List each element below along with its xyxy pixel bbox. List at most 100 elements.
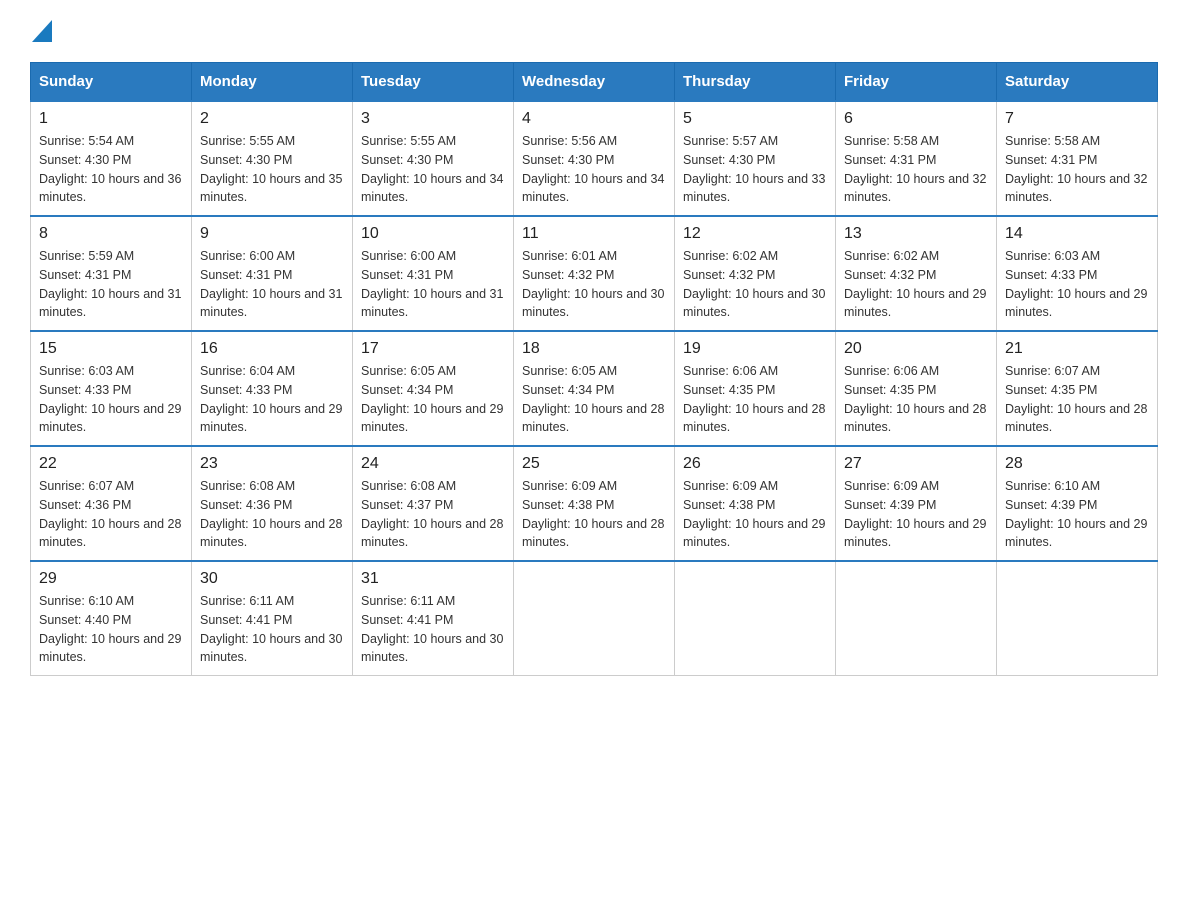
- day-info: Sunrise: 5:55 AM Sunset: 4:30 PM Dayligh…: [361, 132, 505, 207]
- day-number: 14: [1005, 225, 1149, 243]
- day-info: Sunrise: 5:58 AM Sunset: 4:31 PM Dayligh…: [1005, 132, 1149, 207]
- day-number: 21: [1005, 340, 1149, 358]
- calendar-cell: 24 Sunrise: 6:08 AM Sunset: 4:37 PM Dayl…: [353, 446, 514, 561]
- day-info: Sunrise: 5:56 AM Sunset: 4:30 PM Dayligh…: [522, 132, 666, 207]
- calendar-cell: 18 Sunrise: 6:05 AM Sunset: 4:34 PM Dayl…: [514, 331, 675, 446]
- logo: [30, 20, 52, 42]
- calendar-cell: 10 Sunrise: 6:00 AM Sunset: 4:31 PM Dayl…: [353, 216, 514, 331]
- day-of-week-header: Sunday: [31, 63, 192, 102]
- day-number: 7: [1005, 110, 1149, 128]
- day-info: Sunrise: 6:10 AM Sunset: 4:40 PM Dayligh…: [39, 592, 183, 667]
- day-info: Sunrise: 6:11 AM Sunset: 4:41 PM Dayligh…: [361, 592, 505, 667]
- calendar-cell: 22 Sunrise: 6:07 AM Sunset: 4:36 PM Dayl…: [31, 446, 192, 561]
- day-number: 15: [39, 340, 183, 358]
- day-info: Sunrise: 6:11 AM Sunset: 4:41 PM Dayligh…: [200, 592, 344, 667]
- day-of-week-header: Friday: [836, 63, 997, 102]
- day-number: 30: [200, 570, 344, 588]
- day-number: 11: [522, 225, 666, 243]
- day-info: Sunrise: 6:07 AM Sunset: 4:35 PM Dayligh…: [1005, 362, 1149, 437]
- day-info: Sunrise: 6:07 AM Sunset: 4:36 PM Dayligh…: [39, 477, 183, 552]
- calendar-cell: 6 Sunrise: 5:58 AM Sunset: 4:31 PM Dayli…: [836, 101, 997, 216]
- day-number: 4: [522, 110, 666, 128]
- calendar-cell: 17 Sunrise: 6:05 AM Sunset: 4:34 PM Dayl…: [353, 331, 514, 446]
- calendar-week-row: 29 Sunrise: 6:10 AM Sunset: 4:40 PM Dayl…: [31, 561, 1158, 676]
- day-info: Sunrise: 6:09 AM Sunset: 4:38 PM Dayligh…: [522, 477, 666, 552]
- day-info: Sunrise: 5:59 AM Sunset: 4:31 PM Dayligh…: [39, 247, 183, 322]
- day-info: Sunrise: 6:01 AM Sunset: 4:32 PM Dayligh…: [522, 247, 666, 322]
- day-number: 10: [361, 225, 505, 243]
- day-number: 27: [844, 455, 988, 473]
- day-number: 19: [683, 340, 827, 358]
- day-number: 28: [1005, 455, 1149, 473]
- day-number: 31: [361, 570, 505, 588]
- calendar-week-row: 15 Sunrise: 6:03 AM Sunset: 4:33 PM Dayl…: [31, 331, 1158, 446]
- calendar-cell: [836, 561, 997, 676]
- calendar-cell: 5 Sunrise: 5:57 AM Sunset: 4:30 PM Dayli…: [675, 101, 836, 216]
- calendar-cell: 19 Sunrise: 6:06 AM Sunset: 4:35 PM Dayl…: [675, 331, 836, 446]
- calendar-table: SundayMondayTuesdayWednesdayThursdayFrid…: [30, 62, 1158, 676]
- calendar-cell: 25 Sunrise: 6:09 AM Sunset: 4:38 PM Dayl…: [514, 446, 675, 561]
- day-info: Sunrise: 6:00 AM Sunset: 4:31 PM Dayligh…: [361, 247, 505, 322]
- day-number: 24: [361, 455, 505, 473]
- day-number: 29: [39, 570, 183, 588]
- calendar-cell: 14 Sunrise: 6:03 AM Sunset: 4:33 PM Dayl…: [997, 216, 1158, 331]
- calendar-cell: 7 Sunrise: 5:58 AM Sunset: 4:31 PM Dayli…: [997, 101, 1158, 216]
- calendar-week-row: 8 Sunrise: 5:59 AM Sunset: 4:31 PM Dayli…: [31, 216, 1158, 331]
- day-number: 23: [200, 455, 344, 473]
- day-info: Sunrise: 5:54 AM Sunset: 4:30 PM Dayligh…: [39, 132, 183, 207]
- day-number: 16: [200, 340, 344, 358]
- day-number: 22: [39, 455, 183, 473]
- calendar-cell: [675, 561, 836, 676]
- day-info: Sunrise: 6:09 AM Sunset: 4:38 PM Dayligh…: [683, 477, 827, 552]
- day-number: 8: [39, 225, 183, 243]
- day-info: Sunrise: 6:05 AM Sunset: 4:34 PM Dayligh…: [361, 362, 505, 437]
- day-number: 9: [200, 225, 344, 243]
- day-number: 26: [683, 455, 827, 473]
- day-of-week-header: Monday: [192, 63, 353, 102]
- calendar-week-row: 22 Sunrise: 6:07 AM Sunset: 4:36 PM Dayl…: [31, 446, 1158, 561]
- calendar-cell: 3 Sunrise: 5:55 AM Sunset: 4:30 PM Dayli…: [353, 101, 514, 216]
- day-of-week-header: Wednesday: [514, 63, 675, 102]
- day-number: 25: [522, 455, 666, 473]
- calendar-cell: 11 Sunrise: 6:01 AM Sunset: 4:32 PM Dayl…: [514, 216, 675, 331]
- day-number: 2: [200, 110, 344, 128]
- day-number: 18: [522, 340, 666, 358]
- day-info: Sunrise: 6:06 AM Sunset: 4:35 PM Dayligh…: [844, 362, 988, 437]
- day-info: Sunrise: 6:08 AM Sunset: 4:37 PM Dayligh…: [361, 477, 505, 552]
- day-of-week-header: Tuesday: [353, 63, 514, 102]
- calendar-cell: 8 Sunrise: 5:59 AM Sunset: 4:31 PM Dayli…: [31, 216, 192, 331]
- day-number: 5: [683, 110, 827, 128]
- day-info: Sunrise: 6:04 AM Sunset: 4:33 PM Dayligh…: [200, 362, 344, 437]
- calendar-cell: 28 Sunrise: 6:10 AM Sunset: 4:39 PM Dayl…: [997, 446, 1158, 561]
- calendar-cell: 29 Sunrise: 6:10 AM Sunset: 4:40 PM Dayl…: [31, 561, 192, 676]
- day-info: Sunrise: 6:03 AM Sunset: 4:33 PM Dayligh…: [1005, 247, 1149, 322]
- calendar-cell: 31 Sunrise: 6:11 AM Sunset: 4:41 PM Dayl…: [353, 561, 514, 676]
- calendar-cell: 30 Sunrise: 6:11 AM Sunset: 4:41 PM Dayl…: [192, 561, 353, 676]
- day-info: Sunrise: 5:58 AM Sunset: 4:31 PM Dayligh…: [844, 132, 988, 207]
- day-number: 17: [361, 340, 505, 358]
- calendar-cell: 9 Sunrise: 6:00 AM Sunset: 4:31 PM Dayli…: [192, 216, 353, 331]
- day-number: 3: [361, 110, 505, 128]
- calendar-cell: 2 Sunrise: 5:55 AM Sunset: 4:30 PM Dayli…: [192, 101, 353, 216]
- calendar-header-row: SundayMondayTuesdayWednesdayThursdayFrid…: [31, 63, 1158, 102]
- calendar-cell: 13 Sunrise: 6:02 AM Sunset: 4:32 PM Dayl…: [836, 216, 997, 331]
- calendar-cell: [514, 561, 675, 676]
- calendar-cell: 1 Sunrise: 5:54 AM Sunset: 4:30 PM Dayli…: [31, 101, 192, 216]
- calendar-cell: 26 Sunrise: 6:09 AM Sunset: 4:38 PM Dayl…: [675, 446, 836, 561]
- day-info: Sunrise: 6:09 AM Sunset: 4:39 PM Dayligh…: [844, 477, 988, 552]
- day-info: Sunrise: 6:05 AM Sunset: 4:34 PM Dayligh…: [522, 362, 666, 437]
- calendar-cell: 12 Sunrise: 6:02 AM Sunset: 4:32 PM Dayl…: [675, 216, 836, 331]
- day-number: 13: [844, 225, 988, 243]
- day-number: 12: [683, 225, 827, 243]
- logo-triangle-icon: [32, 20, 52, 42]
- day-of-week-header: Thursday: [675, 63, 836, 102]
- day-info: Sunrise: 6:02 AM Sunset: 4:32 PM Dayligh…: [683, 247, 827, 322]
- day-info: Sunrise: 6:10 AM Sunset: 4:39 PM Dayligh…: [1005, 477, 1149, 552]
- calendar-cell: 4 Sunrise: 5:56 AM Sunset: 4:30 PM Dayli…: [514, 101, 675, 216]
- day-number: 20: [844, 340, 988, 358]
- day-number: 1: [39, 110, 183, 128]
- calendar-cell: 21 Sunrise: 6:07 AM Sunset: 4:35 PM Dayl…: [997, 331, 1158, 446]
- calendar-cell: 16 Sunrise: 6:04 AM Sunset: 4:33 PM Dayl…: [192, 331, 353, 446]
- day-info: Sunrise: 6:00 AM Sunset: 4:31 PM Dayligh…: [200, 247, 344, 322]
- day-info: Sunrise: 6:08 AM Sunset: 4:36 PM Dayligh…: [200, 477, 344, 552]
